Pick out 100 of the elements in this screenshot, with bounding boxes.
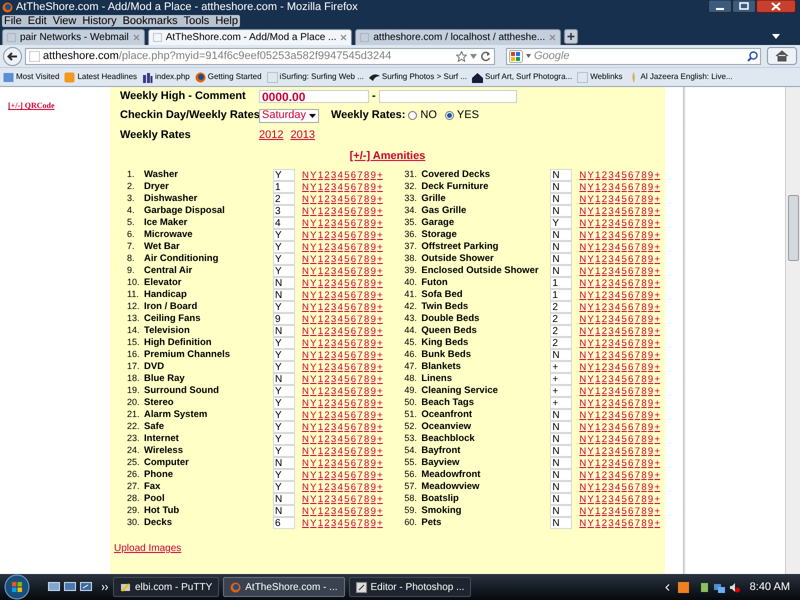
value-link[interactable]: 8 [641,170,647,180]
value-link[interactable]: N [579,350,586,360]
value-link[interactable]: 9 [370,434,376,444]
value-link[interactable]: 8 [641,362,647,372]
value-link[interactable]: 4 [614,458,620,468]
value-link[interactable]: 3 [331,254,336,264]
value-link[interactable]: N [579,398,586,408]
amenity-field[interactable]: N [550,469,572,481]
value-link[interactable]: 6 [350,218,356,228]
browser-tab[interactable]: attheshore.com / localhost / attheshe... [355,29,562,45]
value-link[interactable]: N [302,338,309,348]
value-link[interactable]: 7 [357,422,363,432]
value-link[interactable]: 2 [602,302,608,312]
value-link[interactable]: 4 [614,194,620,204]
value-link[interactable]: 2 [602,338,608,348]
value-link[interactable]: 4 [614,302,620,312]
search-field[interactable]: Google [506,48,761,64]
value-link[interactable]: 6 [628,314,634,324]
value-link[interactable]: N [302,386,309,396]
value-link[interactable]: 3 [331,446,336,456]
value-link[interactable]: 1 [595,254,600,264]
value-link[interactable]: 5 [344,434,350,444]
value-link[interactable]: 1 [595,170,600,180]
value-link[interactable]: 3 [331,242,336,252]
value-link[interactable]: 6 [350,482,356,492]
value-link[interactable]: 6 [628,374,634,384]
amenity-field[interactable]: 1 [550,289,572,301]
value-link[interactable]: 9 [648,290,654,300]
amenity-field[interactable]: N [550,181,572,193]
value-link[interactable]: + [377,338,383,348]
bookmark-item[interactable]: Latest Headlines [64,71,138,83]
value-link[interactable]: 5 [344,422,350,432]
switch-windows-icon[interactable] [80,582,92,592]
value-link[interactable]: 9 [370,170,376,180]
value-link[interactable]: 4 [614,182,620,192]
value-link[interactable]: 2 [324,278,330,288]
value-link[interactable]: 8 [641,482,647,492]
value-link[interactable]: 4 [338,302,343,312]
value-link[interactable]: + [377,218,383,228]
value-link[interactable]: 6 [628,266,634,276]
amenity-field[interactable]: N [550,421,572,433]
year-link[interactable]: 2012 [259,126,284,144]
amenity-field[interactable]: + [550,397,572,409]
star-icon[interactable] [456,50,467,62]
value-link[interactable]: 2 [324,266,330,276]
amenity-field[interactable]: 4 [273,217,295,229]
value-link[interactable]: 2 [602,374,608,384]
value-link[interactable]: 6 [628,194,634,204]
value-link[interactable]: Y [588,230,594,240]
value-link[interactable]: N [579,434,586,444]
value-link[interactable]: 4 [614,410,620,420]
amenity-field[interactable]: N [550,481,572,493]
value-link[interactable]: 8 [364,338,370,348]
value-link[interactable]: Y [588,422,594,432]
value-link[interactable]: 1 [318,314,324,324]
amenity-field[interactable]: Y [273,469,295,481]
amenity-field[interactable]: N [550,229,572,241]
value-link[interactable]: 1 [595,434,600,444]
value-link[interactable]: 7 [357,506,363,516]
bookmark-item[interactable]: iSurfing: Surfing Web ... [266,71,364,83]
amenity-field[interactable]: Y [273,397,295,409]
value-link[interactable]: 5 [622,254,627,264]
value-link[interactable]: 4 [614,278,620,288]
value-link[interactable]: 7 [634,314,640,324]
value-link[interactable]: 6 [628,290,634,300]
value-link[interactable]: 6 [350,410,356,420]
bookmark-item[interactable]: Al Jazeera English: Live... [628,71,733,83]
value-link[interactable]: + [377,518,383,528]
value-link[interactable]: Y [310,266,317,276]
value-link[interactable]: 1 [318,170,324,180]
value-link[interactable]: 9 [370,218,376,228]
value-link[interactable]: 3 [331,326,336,336]
value-link[interactable]: 7 [634,290,640,300]
value-link[interactable]: 1 [595,326,600,336]
bookmark-item[interactable]: Most Visited [3,71,60,83]
value-link[interactable]: 4 [338,446,343,456]
browser-tab[interactable]: AtTheShore.com - Add/Mod a Place ... [148,29,352,45]
value-link[interactable]: 7 [634,266,640,276]
value-link[interactable]: 8 [364,410,370,420]
amenity-field[interactable]: Y [273,349,295,361]
value-link[interactable]: 1 [595,338,600,348]
amenity-field[interactable]: 2 [273,193,295,205]
value-link[interactable]: 6 [628,206,634,216]
value-link[interactable]: 3 [331,386,336,396]
value-link[interactable]: 8 [364,326,370,336]
minimize-icon[interactable] [708,0,732,13]
value-link[interactable]: N [579,494,586,504]
value-link[interactable]: 7 [357,266,363,276]
value-link[interactable]: 3 [331,458,336,468]
value-link[interactable]: Y [588,518,594,528]
back-icon[interactable] [3,46,22,66]
start-orb-icon[interactable] [4,574,30,600]
value-link[interactable]: 8 [364,254,370,264]
value-link[interactable]: 6 [350,326,356,336]
taskbar-button[interactable]: Editor - Photoshop ... [348,577,472,597]
maximize-icon[interactable] [732,0,756,13]
value-link[interactable]: 2 [324,458,330,468]
value-link[interactable]: 3 [331,338,336,348]
value-link[interactable]: 2 [602,518,608,528]
value-link[interactable]: 8 [641,374,647,384]
